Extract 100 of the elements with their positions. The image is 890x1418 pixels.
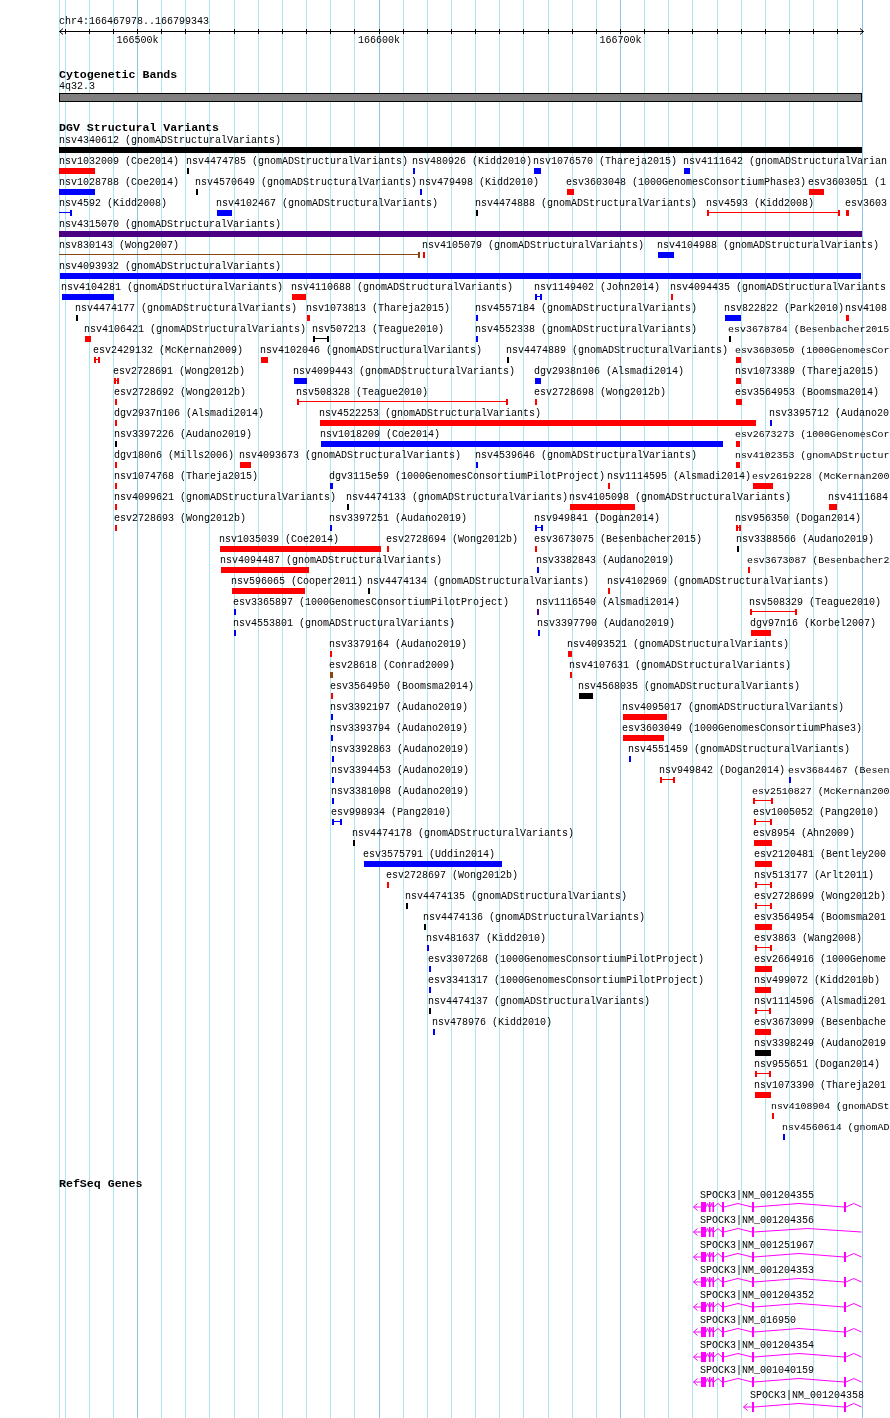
variant-label: nsv4094487 (gnomADStructuralVariants) — [220, 555, 443, 566]
variant-label: dgv97n16 (Korbel2007) — [750, 618, 877, 629]
variant-label: esv3673075 (Besenbacher2015) — [534, 534, 703, 545]
variant-label: esv3603049 (1000GenomesConsortiumPhase3) — [622, 723, 863, 734]
variant-label: nsv4474785 (gnomADStructuralVariants) — [186, 156, 409, 167]
variant-label: esv2728697 (Wong2012b) — [386, 870, 519, 881]
transcript-label: SPOCK3|NM_001204355 — [700, 1190, 815, 1201]
variant-label: dgv2937n106 (Alsmadi2014) — [114, 408, 265, 419]
variant-label: nsv949842 (Dogan2014) — [659, 765, 786, 776]
variant-label: nsv508328 (Teague2010) — [296, 387, 429, 398]
variant-label: nsv507213 (Teague2010) — [312, 324, 445, 335]
variant-label: nsv4474888 (gnomADStructuralVariants) — [475, 198, 698, 209]
variant-label: nsv3397251 (Audano2019) — [329, 513, 468, 524]
variant-label: esv2728698 (Wong2012b) — [534, 387, 667, 398]
variant-label: nsv4474134 (gnomADStructuralVariants) — [367, 576, 590, 587]
variant-label: nsv1073390 (Thareja201 — [754, 1080, 887, 1091]
variant-label: nsv3397226 (Audano2019) — [114, 429, 253, 440]
variant-label: nsv3393794 (Audano2019) — [330, 723, 469, 734]
variant-label: esv2728693 (Wong2012b) — [114, 513, 247, 524]
variant-label: nsv4111684 — [828, 492, 888, 503]
variant-label: esv3678784 (Besenbacher2015 — [728, 324, 890, 335]
variant-label: esv2728691 (Wong2012b) — [113, 366, 246, 377]
transcript-label: SPOCK3|NM_001040159 — [700, 1365, 815, 1376]
variant-label: nsv4110688 (gnomADStructuralVariants) — [291, 282, 514, 293]
variant-label: nsv4557184 (gnomADStructuralVariants) — [475, 303, 698, 314]
variant-label: nsv4552338 (gnomADStructuralVariants) — [475, 324, 698, 335]
variant-label: nsv481637 (Kidd2010) — [426, 933, 547, 944]
variant-label: nsv4474889 (gnomADStructuralVariants) — [506, 345, 729, 356]
transcript-label: SPOCK3|NM_001204358 — [750, 1390, 865, 1401]
variant-label: nsv4104988 (gnomADStructuralVariants) — [657, 240, 880, 251]
variant-label: esv8954 (Ahn2009) — [753, 828, 856, 839]
variant-label: nsv4592 (Kidd2008) — [59, 198, 168, 209]
transcript-label: SPOCK3|NM_001204354 — [700, 1340, 815, 1351]
variant-label: esv3575791 (Uddin2014) — [363, 849, 496, 860]
variant-label: esv2728692 (Wong2012b) — [114, 387, 247, 398]
variant-label: nsv4107631 (gnomADStructuralVariants) — [569, 660, 792, 671]
variant-label: nsv1073389 (Thareja2015) — [735, 366, 880, 377]
variant-label: nsv3392863 (Audano2019) — [331, 744, 470, 755]
variant-label: nsv3397790 (Audano2019) — [537, 618, 676, 629]
variant-label: esv3341317 (1000GenomesConsortiumPilotProject) — [428, 975, 705, 986]
variant-label: esv3307268 (1000GenomesConsortiumPilotProject) — [428, 954, 705, 965]
track-title: Cytogenetic Bands — [59, 68, 178, 81]
variant-label: nsv949841 (Dogan2014) — [534, 513, 661, 524]
variant-label: nsv4094435 (gnomADStructuralVariants — [670, 282, 887, 293]
variant-label: esv28618 (Conrad2009) — [329, 660, 456, 671]
variant-label: nsv4111642 (gnomADStructuralVarian — [683, 156, 888, 167]
variant-label: nsv4522253 (gnomADStructuralVariants) — [319, 408, 542, 419]
transcript-label: SPOCK3|NM_016950 — [700, 1315, 796, 1326]
variant-label: nsv4315070 (gnomADStructuralVariants) — [59, 219, 282, 230]
variant-label: nsv4108 — [845, 303, 887, 314]
variant-label: nsv4474133 (gnomADStructuralVariants) — [346, 492, 569, 503]
variant-label: esv2664916 (1000Genome — [754, 954, 887, 965]
variant-label: nsv499072 (Kidd2010b) — [754, 975, 881, 986]
variant-label: esv2510827 (McKernan200 — [752, 786, 890, 797]
track-title: RefSeq Genes — [59, 1177, 143, 1190]
variant-label: nsv4553801 (gnomADStructuralVariants) — [233, 618, 456, 629]
variant-label: nsv3398249 (Audano2019 — [754, 1038, 887, 1049]
variant-label: nsv4474135 (gnomADStructuralVariants) — [405, 891, 628, 902]
variant-label: nsv4102467 (gnomADStructuralVariants) — [216, 198, 439, 209]
variant-label: esv1005052 (Pang2010) — [753, 807, 880, 818]
scale-label: 166700k — [599, 35, 642, 46]
variant-label: nsv4105079 (gnomADStructuralVariants) — [422, 240, 645, 251]
variant-label: nsv822822 (Park2010) — [724, 303, 845, 314]
variant-label: dgv2938n106 (Alsmadi2014) — [534, 366, 685, 377]
variant-label: nsv4560614 (gnomAD — [782, 1122, 890, 1133]
variant-label: nsv830143 (Wong2007) — [59, 240, 180, 251]
variant-label: nsv4568035 (gnomADStructuralVariants) — [578, 681, 801, 692]
variant-label: dgv180n6 (Mills2006) — [114, 450, 235, 461]
transcript-label: SPOCK3|NM_001204352 — [700, 1290, 815, 1301]
variant-label: nsv4593 (Kidd2008) — [706, 198, 815, 209]
cytoband-label: 4q32.3 — [59, 81, 95, 92]
variant-label: nsv4570649 (gnomADStructuralVariants) — [195, 177, 418, 188]
variant-label: nsv4095017 (gnomADStructuralVariants) — [622, 702, 845, 713]
variant-label: nsv4093521 (gnomADStructuralVariants) — [567, 639, 790, 650]
variant-label: esv2728699 (Wong2012b) — [754, 891, 887, 902]
variant-label: nsv4099443 (gnomADStructuralVariants) — [293, 366, 516, 377]
variant-label: nsv1116540 (Alsmadi2014) — [536, 597, 681, 608]
variant-label: esv2728694 (Wong2012b) — [386, 534, 519, 545]
variant-label: nsv1035039 (Coe2014) — [219, 534, 340, 545]
variant-label: esv3673099 (Besenbache — [754, 1017, 887, 1028]
variant-label: nsv513177 (Arlt2011) — [754, 870, 875, 881]
variant-label: nsv4102969 (gnomADStructuralVariants) — [607, 576, 830, 587]
scale-label: 166500k — [116, 35, 159, 46]
variant-label: nsv4099621 (gnomADStructuralVariants) — [114, 492, 337, 503]
variant-label: nsv1149402 (John2014) — [534, 282, 661, 293]
variant-label: esv3603 — [845, 198, 887, 209]
variant-label: nsv4093932 (gnomADStructuralVariants) — [59, 261, 282, 272]
variant-label: nsv4474137 (gnomADStructuralVariants) — [428, 996, 651, 1007]
variant-label: nsv596065 (Cooper2011) — [231, 576, 364, 587]
location-label: chr4:166467978..166799343 — [59, 16, 210, 27]
variant-label: nsv4104281 (gnomADStructuralVariants) — [61, 282, 284, 293]
variant-label: nsv1114595 (Alsmadi2014) — [607, 471, 752, 482]
variant-label: esv3603050 (1000GenomesCor — [735, 345, 890, 356]
variant-label: nsv4551459 (gnomADStructuralVariants) — [628, 744, 851, 755]
variant-label: nsv479498 (Kidd2010) — [419, 177, 540, 188]
variant-label: esv2429132 (McKernan2009) — [93, 345, 244, 356]
variant-label: nsv1076570 (Thareja2015) — [533, 156, 678, 167]
variant-label: nsv956350 (Dogan2014) — [735, 513, 862, 524]
variant-label: nsv955651 (Dogan2014) — [754, 1059, 881, 1070]
transcript-label: SPOCK3|NM_001204356 — [700, 1215, 815, 1226]
